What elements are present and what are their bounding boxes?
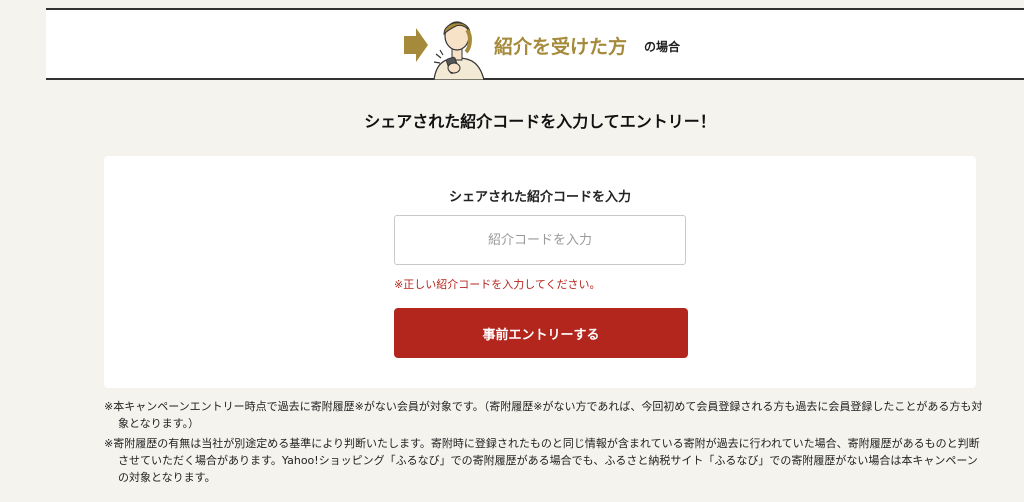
entry-form-card: シェアされた紹介コードを入力 ※正しい紹介コードを入力してください。 事前エント…: [104, 156, 976, 388]
note-item: ※寄附履歴の有無は当社が別途定める基準により判断いたします。寄附時に登録されたも…: [104, 437, 980, 484]
header-banner: 紹介を受けた方 の場合: [46, 8, 1024, 80]
referral-code-label: シェアされた紹介コードを入力: [448, 190, 631, 205]
arrow-right-icon: [404, 28, 428, 62]
notes-section: ※本キャンペーンエントリー時点で過去に寄附履歴※がない会員が対象です。（寄附履歴…: [104, 398, 984, 489]
note-item: ※本キャンペーンエントリー時点で過去に寄附履歴※がない会員が対象です。（寄附履歴…: [104, 400, 983, 430]
header-suffix: の場合: [644, 40, 681, 54]
header-content: 紹介を受けた方 の場合: [402, 10, 742, 80]
referral-code-input[interactable]: [394, 215, 686, 265]
header-title: 紹介を受けた方: [494, 36, 628, 58]
pre-entry-button[interactable]: 事前エントリーする: [394, 308, 688, 358]
person-with-phone-icon: [433, 21, 485, 80]
page-title: シェアされた紹介コードを入力してエントリー！: [364, 112, 716, 131]
error-message: ※正しい紹介コードを入力してください。: [394, 278, 601, 291]
